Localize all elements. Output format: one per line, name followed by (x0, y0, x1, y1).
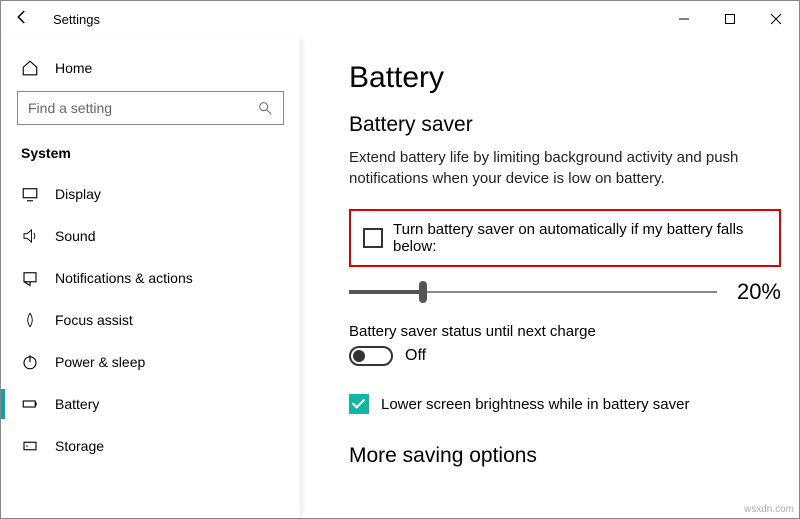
threshold-slider[interactable] (349, 280, 717, 304)
home-nav[interactable]: Home (1, 49, 300, 91)
sidebar-item-storage[interactable]: Storage (1, 425, 300, 467)
sound-icon (21, 227, 39, 245)
status-label: Battery saver status until next charge (349, 323, 781, 340)
section-heading: Battery saver (349, 113, 781, 137)
minimize-button[interactable] (661, 3, 707, 35)
more-options-heading: More saving options (349, 444, 781, 468)
sidebar: Home Find a setting System Display Sound… (1, 37, 301, 518)
auto-on-label: Turn battery saver on automatically if m… (393, 221, 765, 255)
battery-icon (21, 395, 39, 413)
sidebar-item-label: Focus assist (55, 312, 133, 328)
back-button[interactable] (13, 8, 31, 30)
storage-icon (21, 437, 39, 455)
slider-track-fill (349, 290, 423, 294)
display-icon (21, 185, 39, 203)
sidebar-item-label: Storage (55, 438, 104, 454)
home-label: Home (55, 60, 92, 76)
notifications-icon (21, 269, 39, 287)
status-toggle-row: Off (349, 346, 781, 366)
close-button[interactable] (753, 3, 799, 35)
sidebar-item-notifications[interactable]: Notifications & actions (1, 257, 300, 299)
brightness-label: Lower screen brightness while in battery… (381, 396, 689, 413)
sidebar-item-label: Display (55, 186, 101, 202)
auto-on-row: Turn battery saver on automatically if m… (349, 209, 781, 267)
page-title: Battery (349, 61, 781, 95)
settings-window: Settings Home Find a setting System (0, 0, 800, 519)
sidebar-item-sound[interactable]: Sound (1, 215, 300, 257)
auto-on-checkbox[interactable] (363, 228, 383, 248)
slider-thumb[interactable] (419, 281, 427, 303)
threshold-value: 20% (737, 279, 781, 305)
search-input[interactable]: Find a setting (17, 91, 284, 125)
watermark: wsxdn.com (744, 504, 794, 515)
focus-assist-icon (21, 311, 39, 329)
close-icon (770, 13, 782, 25)
sidebar-item-power-sleep[interactable]: Power & sleep (1, 341, 300, 383)
brightness-checkbox[interactable] (349, 394, 369, 414)
toggle-state-label: Off (405, 347, 426, 365)
sidebar-item-battery[interactable]: Battery (1, 383, 300, 425)
sidebar-item-display[interactable]: Display (1, 173, 300, 215)
category-label: System (1, 141, 300, 173)
threshold-slider-row: 20% (349, 279, 781, 305)
titlebar: Settings (1, 1, 799, 37)
sidebar-item-focus-assist[interactable]: Focus assist (1, 299, 300, 341)
power-icon (21, 353, 39, 371)
minimize-icon (678, 13, 690, 25)
sidebar-item-label: Notifications & actions (55, 270, 193, 286)
brightness-row: Lower screen brightness while in battery… (349, 394, 781, 414)
home-icon (21, 59, 39, 77)
sidebar-item-label: Power & sleep (55, 354, 145, 370)
section-description: Extend battery life by limiting backgrou… (349, 147, 749, 189)
status-toggle[interactable] (349, 346, 393, 366)
maximize-icon (724, 13, 736, 25)
content-pane: Battery Battery saver Extend battery lif… (301, 37, 799, 518)
sidebar-item-label: Battery (55, 396, 99, 412)
search-placeholder: Find a setting (28, 100, 257, 116)
window-title: Settings (53, 12, 100, 27)
sidebar-item-label: Sound (55, 228, 95, 244)
arrow-left-icon (13, 8, 31, 26)
maximize-button[interactable] (707, 3, 753, 35)
search-icon (257, 100, 273, 116)
